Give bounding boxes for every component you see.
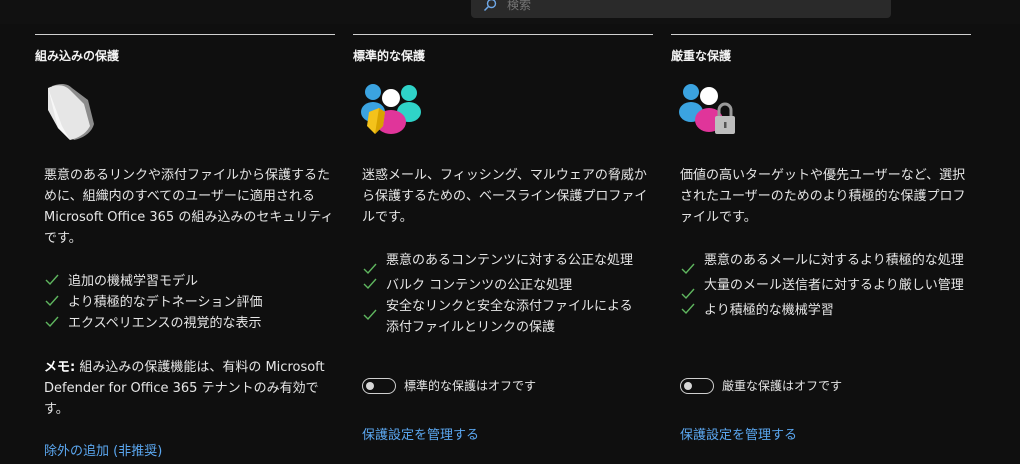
- search-box[interactable]: [471, 0, 891, 18]
- memo-text: 組み込みの保護機能は、有料の Microsoft Defender for Of…: [44, 360, 325, 417]
- list-item: 安全なリンクと安全な添付ファイルによる添付ファイルとリンクの保護: [362, 296, 652, 338]
- check-icon: [681, 303, 695, 315]
- column-title: 厳重な保護: [671, 49, 732, 63]
- column-strict-protection: 厳重な保護: [671, 34, 971, 63]
- manage-standard-settings-link[interactable]: 保護設定を管理する: [362, 428, 479, 444]
- toggle-label: 標準的な保護はオフです: [404, 379, 537, 393]
- feature-text: 安全なリンクと安全な添付ファイルによる添付ファイルとリンクの保護: [386, 299, 633, 335]
- feature-text: 悪意のあるメールに対するより積極的な処理: [704, 253, 964, 268]
- check-icon: [45, 295, 59, 307]
- column-title: 組み込みの保護: [35, 49, 120, 63]
- column-title: 標準的な保護: [353, 49, 426, 63]
- list-item: エクスペリエンスの視覚的な表示: [44, 313, 334, 334]
- user-group-shield-icon: [361, 82, 423, 144]
- standard-protection-toggle[interactable]: [362, 377, 396, 394]
- list-item: 大量のメール送信者に対するより厳しい管理: [680, 275, 970, 300]
- column-description: 迷惑メール、フィッシング、マルウェアの脅威から保護するための、ベースライン保護プ…: [362, 168, 648, 225]
- strict-protection-toggle[interactable]: [680, 377, 714, 394]
- memo-label: メモ:: [44, 360, 76, 375]
- feature-text: バルク コンテンツの公正な処理: [386, 278, 573, 293]
- list-item: より積極的な機械学習: [680, 300, 970, 321]
- feature-text: より積極的なデトネーション評価: [68, 295, 263, 310]
- feature-list: 追加の機械学習モデル より積極的なデトネーション評価 エクスペリエンスの視覚的な…: [44, 271, 334, 334]
- check-icon: [363, 263, 377, 275]
- column-divider: [671, 34, 971, 35]
- check-icon: [45, 274, 59, 286]
- standard-protection-toggle-row: 標準的な保護はオフです: [362, 377, 536, 394]
- list-item: 悪意のあるメールに対するより積極的な処理: [680, 250, 970, 275]
- user-group-lock-icon: [679, 82, 741, 144]
- shield-icon: [44, 80, 100, 148]
- list-item: 悪意のあるコンテンツに対する公正な処理: [362, 250, 652, 275]
- strict-protection-toggle-row: 厳重な保護はオフです: [680, 377, 842, 394]
- search-icon: [483, 0, 497, 12]
- list-item: より積極的なデトネーション評価: [44, 292, 334, 313]
- check-icon: [363, 278, 377, 290]
- check-icon: [681, 263, 695, 275]
- column-divider: [35, 34, 335, 35]
- column-builtin-protection: 組み込みの保護: [35, 34, 335, 63]
- toggle-knob: [684, 381, 692, 390]
- add-exclusion-link[interactable]: 除外の追加 (非推奨): [44, 444, 162, 460]
- feature-text: エクスペリエンスの視覚的な表示: [68, 316, 262, 331]
- check-icon: [45, 316, 59, 328]
- feature-list: 悪意のあるメールに対するより積極的な処理 大量のメール送信者に対するより厳しい管…: [680, 250, 970, 321]
- manage-strict-settings-link[interactable]: 保護設定を管理する: [680, 428, 797, 444]
- column-description: 悪意のあるリンクや添付ファイルから保護するために、組織内のすべてのユーザーに適用…: [44, 168, 334, 246]
- column-standard-protection: 標準的な保護: [353, 34, 653, 63]
- column-description: 価値の高いターゲットや優先ユーザーなど、選択されたユーザーのためのより積極的な保…: [680, 168, 966, 225]
- memo-note: メモ: 組み込みの保護機能は、有料の Microsoft Defender fo…: [44, 357, 334, 420]
- toggle-knob: [366, 381, 374, 390]
- column-divider: [353, 34, 653, 35]
- feature-text: 大量のメール送信者に対するより厳しい管理: [704, 278, 964, 293]
- list-item: バルク コンテンツの公正な処理: [362, 275, 652, 296]
- check-icon: [681, 288, 695, 300]
- feature-text: より積極的な機械学習: [704, 303, 834, 318]
- toggle-label: 厳重な保護はオフです: [722, 379, 843, 393]
- feature-list: 悪意のあるコンテンツに対する公正な処理 バルク コンテンツの公正な処理 安全なリ…: [362, 250, 652, 338]
- check-icon: [363, 309, 377, 321]
- feature-text: 悪意のあるコンテンツに対する公正な処理: [386, 253, 634, 268]
- list-item: 追加の機械学習モデル: [44, 271, 334, 292]
- search-input[interactable]: [507, 0, 807, 12]
- top-bar: [0, 0, 1020, 24]
- feature-text: 追加の機械学習モデル: [68, 274, 199, 289]
